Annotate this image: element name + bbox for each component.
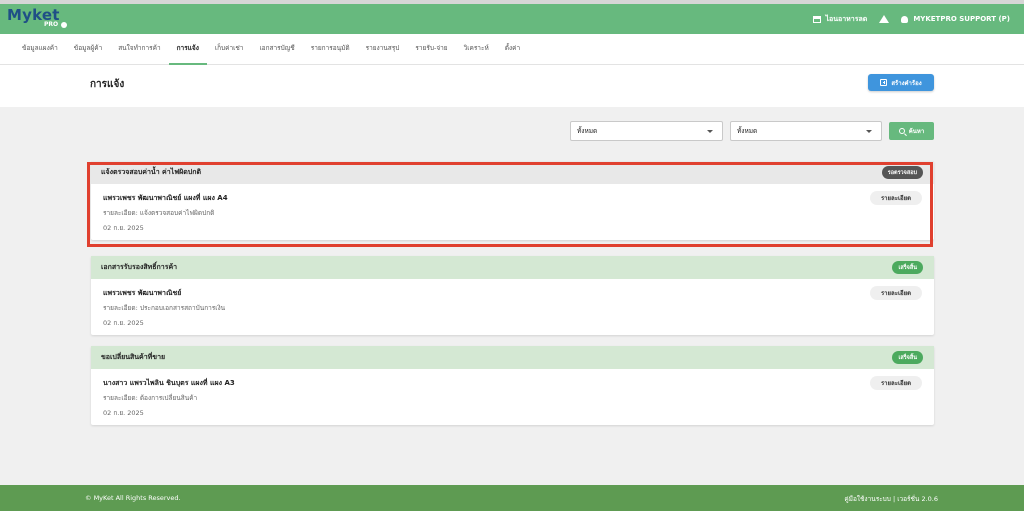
- request-card-header: ขอเปลี่ยนสินค้าที่ขาย เสร็จสิ้น: [91, 346, 934, 369]
- top-right-actions: ไอนอาหารลด MYKETPRO SUPPORT (P): [812, 4, 1010, 34]
- detail-button[interactable]: รายละเอียด: [870, 286, 922, 300]
- request-card: เอกสารรับรองสิทธิ์การค้า เสร็จสิ้นแพรวเพช…: [91, 256, 934, 335]
- app-window: Myket PRO ไอนอาหารลด MYKETPRO SUPPORT (P…: [0, 4, 1024, 511]
- nav-item[interactable]: ตั้งค่า: [497, 34, 528, 65]
- requester-name: แพรวเพชร พัฒนาพาณิชย์: [103, 289, 182, 297]
- nav-item[interactable]: รายรับ-จ่าย: [407, 34, 455, 65]
- request-card: ขอเปลี่ยนสินค้าที่ขาย เสร็จสิ้นนางสาว แพร…: [91, 346, 934, 425]
- detail-button[interactable]: รายละเอียด: [870, 376, 922, 390]
- type-filter-value: ทั้งหมด: [737, 127, 758, 135]
- shop-link-label: ไอนอาหารลด: [825, 14, 868, 23]
- status-badge: เสร็จสิ้น: [892, 261, 923, 274]
- nav-items: ข้อมูลแผงค้า ข้อมูลผู้ค้า สนใจทำการค้า การแ…: [14, 34, 528, 65]
- home-icon: [879, 15, 890, 23]
- request-date: 02 ก.ย. 2025: [103, 319, 144, 327]
- user-menu-label: MYKETPRO SUPPORT (P): [913, 15, 1010, 23]
- status-filter-select[interactable]: ทั้งหมด: [570, 121, 723, 141]
- nav-item[interactable]: รายการอนุมัติ: [303, 34, 358, 65]
- nav-item[interactable]: ข้อมูลผู้ค้า: [66, 34, 110, 65]
- request-title: ขอเปลี่ยนสินค้าที่ขาย: [101, 353, 166, 361]
- create-request-label: สร้างคำร้อง: [891, 79, 922, 87]
- footer-copyright: © MyKet All Rights Reserved.: [85, 494, 181, 502]
- status-filter-value: ทั้งหมด: [577, 127, 598, 135]
- request-detail: รายละเอียด: ประกอบเอกสารสถาบันการเงิน: [103, 304, 226, 312]
- home-button[interactable]: [879, 15, 890, 23]
- chevron-down-icon: [866, 130, 872, 133]
- search-icon: [898, 128, 905, 134]
- nav-item[interactable]: รายงานสรุป: [358, 34, 408, 65]
- top-bar: Myket PRO ไอนอาหารลด MYKETPRO SUPPORT (P…: [0, 4, 1024, 34]
- request-date: 02 ก.ย. 2025: [103, 409, 144, 417]
- status-badge: เสร็จสิ้น: [892, 351, 923, 364]
- filter-bar: ทั้งหมด ทั้งหมด ค้นหา: [0, 121, 1024, 141]
- type-filter-select[interactable]: ทั้งหมด: [730, 121, 882, 141]
- nav-item[interactable]: ข้อมูลแผงค้า: [14, 34, 66, 65]
- nav-item[interactable]: การแจ้ง: [168, 34, 207, 65]
- nav-item[interactable]: สนใจทำการค้า: [110, 34, 168, 65]
- shop-link[interactable]: ไอนอาหารลด: [812, 14, 868, 25]
- page-header: การแจ้ง สร้างคำร้อง: [0, 65, 1024, 107]
- create-request-button[interactable]: สร้างคำร้อง: [868, 74, 934, 91]
- user-icon: [901, 15, 909, 23]
- footer-version-link[interactable]: คู่มือใช้งานระบบ | เวอร์ชั่น 2.0.6: [844, 494, 938, 504]
- store-icon: [812, 15, 821, 23]
- requester-name: นางสาว แพรวไพลิน ชินบุตร แผงที่ แผง A3: [103, 379, 235, 387]
- app-logo-subtitle: PRO: [44, 21, 68, 28]
- nav-item[interactable]: เก็บค่าเช่า: [207, 34, 252, 65]
- page-title: การแจ้ง: [90, 79, 125, 90]
- user-menu[interactable]: MYKETPRO SUPPORT (P): [901, 15, 1010, 23]
- footer: © MyKet All Rights Reserved. คู่มือใช้งา…: [0, 485, 1024, 511]
- logo-pro-label: PRO: [44, 21, 59, 28]
- chevron-down-icon: [707, 130, 713, 133]
- nav-item[interactable]: วิเคราะห์: [456, 34, 497, 65]
- selection-highlight: [87, 162, 933, 247]
- request-title: เอกสารรับรองสิทธิ์การค้า: [101, 263, 178, 271]
- plus-icon: [880, 79, 888, 86]
- main-nav: ข้อมูลแผงค้า ข้อมูลผู้ค้า สนใจทำการค้า การแ…: [0, 34, 1024, 65]
- nav-item[interactable]: เอกสารบัญชี: [251, 34, 302, 65]
- request-detail: รายละเอียด: ต้องการเปลี่ยนสินค้า: [103, 394, 198, 402]
- request-card-header: เอกสารรับรองสิทธิ์การค้า เสร็จสิ้น: [91, 256, 934, 279]
- request-card-body: แพรวเพชร พัฒนาพาณิชย์รายละเอียด: ประกอบเ…: [91, 279, 934, 335]
- search-button-label: ค้นหา: [908, 128, 925, 135]
- search-button[interactable]: ค้นหา: [889, 122, 934, 140]
- logo-badge-icon: [61, 21, 68, 28]
- request-card-body: นางสาว แพรวไพลิน ชินบุตร แผงที่ แผง A3 รา…: [91, 369, 934, 425]
